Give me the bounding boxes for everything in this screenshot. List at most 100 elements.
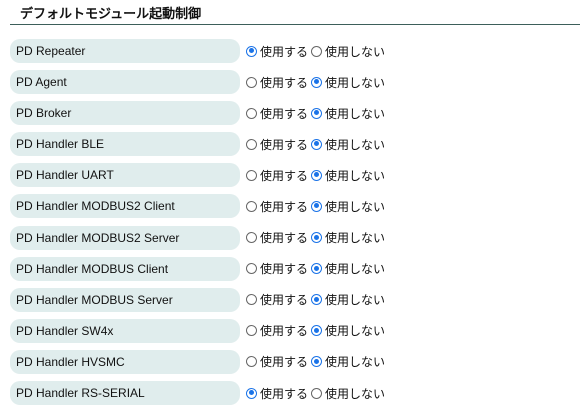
radio-use[interactable]: [246, 169, 257, 181]
nouse-label: 使用しない: [325, 137, 386, 152]
nouse-option[interactable]: 使用しない: [311, 136, 385, 153]
use-label: 使用する: [260, 355, 309, 370]
module-options: 使用する 使用しない: [246, 385, 388, 402]
nouse-label: 使用しない: [325, 262, 386, 277]
use-option[interactable]: 使用する: [246, 291, 308, 308]
nouse-label: 使用しない: [325, 75, 386, 90]
use-label: 使用する: [260, 137, 309, 152]
module-row: PD Handler RS-SERIAL 使用する 使用しない: [10, 381, 388, 406]
radio-use[interactable]: [246, 138, 257, 150]
radio-nouse[interactable]: [311, 45, 323, 57]
nouse-label: 使用しない: [325, 231, 386, 246]
module-label: PD Agent: [10, 70, 240, 95]
radio-nouse[interactable]: [311, 107, 323, 119]
module-options: 使用する 使用しない: [246, 260, 388, 277]
radio-use[interactable]: [246, 45, 257, 57]
radio-nouse[interactable]: [311, 356, 323, 368]
radio-nouse[interactable]: [311, 294, 323, 306]
radio-nouse[interactable]: [311, 232, 323, 244]
nouse-option[interactable]: 使用しない: [311, 167, 385, 184]
use-option[interactable]: 使用する: [246, 136, 308, 153]
module-row: PD Repeater 使用する 使用しない: [10, 39, 388, 63]
radio-nouse[interactable]: [311, 169, 323, 181]
use-option[interactable]: 使用する: [246, 43, 308, 60]
radio-nouse[interactable]: [311, 263, 323, 275]
use-label: 使用する: [260, 293, 309, 308]
use-option[interactable]: 使用する: [246, 260, 308, 277]
nouse-option[interactable]: 使用しない: [311, 385, 385, 402]
nouse-label: 使用しない: [325, 324, 386, 339]
radio-nouse[interactable]: [311, 325, 323, 337]
nouse-option[interactable]: 使用しない: [311, 229, 385, 246]
radio-use[interactable]: [246, 325, 257, 337]
nouse-option[interactable]: 使用しない: [311, 291, 385, 308]
module-row: PD Handler MODBUS Server 使用する 使用しない: [10, 287, 388, 312]
use-option[interactable]: 使用する: [246, 105, 308, 122]
module-row: PD Handler SW4x 使用する 使用しない: [10, 318, 388, 343]
module-label: PD Handler UART: [10, 163, 240, 188]
module-options: 使用する 使用しない: [246, 322, 388, 339]
use-option[interactable]: 使用する: [246, 322, 308, 339]
module-label: PD Repeater: [10, 39, 240, 63]
nouse-label: 使用しない: [325, 199, 386, 214]
use-option[interactable]: 使用する: [246, 74, 308, 91]
use-label: 使用する: [260, 106, 309, 121]
use-option[interactable]: 使用する: [246, 385, 308, 402]
module-row: PD Broker 使用する 使用しない: [10, 101, 388, 126]
use-option[interactable]: 使用する: [246, 229, 308, 246]
module-row: PD Handler MODBUS2 Server 使用する 使用しない: [10, 225, 388, 250]
module-label: PD Handler HVSMC: [10, 349, 240, 374]
nouse-option[interactable]: 使用しない: [311, 74, 385, 91]
radio-use[interactable]: [246, 356, 257, 368]
use-option[interactable]: 使用する: [246, 167, 308, 184]
radio-nouse[interactable]: [311, 387, 323, 399]
module-row: PD Handler BLE 使用する 使用しない: [10, 132, 388, 157]
module-label: PD Handler BLE: [10, 132, 240, 157]
nouse-label: 使用しない: [325, 168, 386, 183]
nouse-option[interactable]: 使用しない: [311, 322, 385, 339]
nouse-label: 使用しない: [325, 386, 386, 401]
use-label: 使用する: [260, 231, 309, 246]
module-list: PD Repeater 使用する 使用しない PD Agent 使用する 使用し…: [10, 39, 388, 412]
nouse-label: 使用しない: [325, 293, 386, 308]
module-label: PD Handler MODBUS2 Server: [10, 225, 240, 250]
module-label: PD Broker: [10, 101, 240, 126]
module-label: PD Handler RS-SERIAL: [10, 381, 240, 406]
nouse-option[interactable]: 使用しない: [311, 198, 385, 215]
use-label: 使用する: [260, 324, 309, 339]
module-options: 使用する 使用しない: [246, 43, 388, 60]
nouse-label: 使用しない: [325, 44, 386, 59]
use-option[interactable]: 使用する: [246, 353, 308, 370]
radio-use[interactable]: [246, 107, 257, 119]
nouse-option[interactable]: 使用しない: [311, 43, 385, 60]
use-label: 使用する: [260, 168, 309, 183]
module-options: 使用する 使用しない: [246, 167, 388, 184]
module-row: PD Handler MODBUS2 Client 使用する 使用しない: [10, 194, 388, 219]
radio-use[interactable]: [246, 76, 257, 88]
module-row: PD Agent 使用する 使用しない: [10, 70, 388, 95]
use-label: 使用する: [260, 44, 309, 59]
radio-use[interactable]: [246, 294, 257, 306]
radio-nouse[interactable]: [311, 138, 323, 150]
use-label: 使用する: [260, 75, 309, 90]
module-label: PD Handler MODBUS2 Client: [10, 194, 240, 219]
radio-use[interactable]: [246, 263, 257, 275]
use-option[interactable]: 使用する: [246, 198, 308, 215]
module-options: 使用する 使用しない: [246, 74, 388, 91]
radio-nouse[interactable]: [311, 76, 323, 88]
radio-use[interactable]: [246, 200, 257, 212]
nouse-option[interactable]: 使用しない: [311, 105, 385, 122]
module-options: 使用する 使用しない: [246, 105, 388, 122]
radio-use[interactable]: [246, 232, 257, 244]
module-options: 使用する 使用しない: [246, 229, 388, 246]
divider: [10, 24, 580, 25]
module-row: PD Handler MODBUS Client 使用する 使用しない: [10, 256, 388, 281]
nouse-option[interactable]: 使用しない: [311, 260, 385, 277]
use-label: 使用する: [260, 199, 309, 214]
nouse-label: 使用しない: [325, 355, 386, 370]
module-label: PD Handler MODBUS Client: [10, 256, 240, 281]
radio-use[interactable]: [246, 387, 257, 399]
nouse-label: 使用しない: [325, 106, 386, 121]
radio-nouse[interactable]: [311, 200, 323, 212]
nouse-option[interactable]: 使用しない: [311, 353, 385, 370]
